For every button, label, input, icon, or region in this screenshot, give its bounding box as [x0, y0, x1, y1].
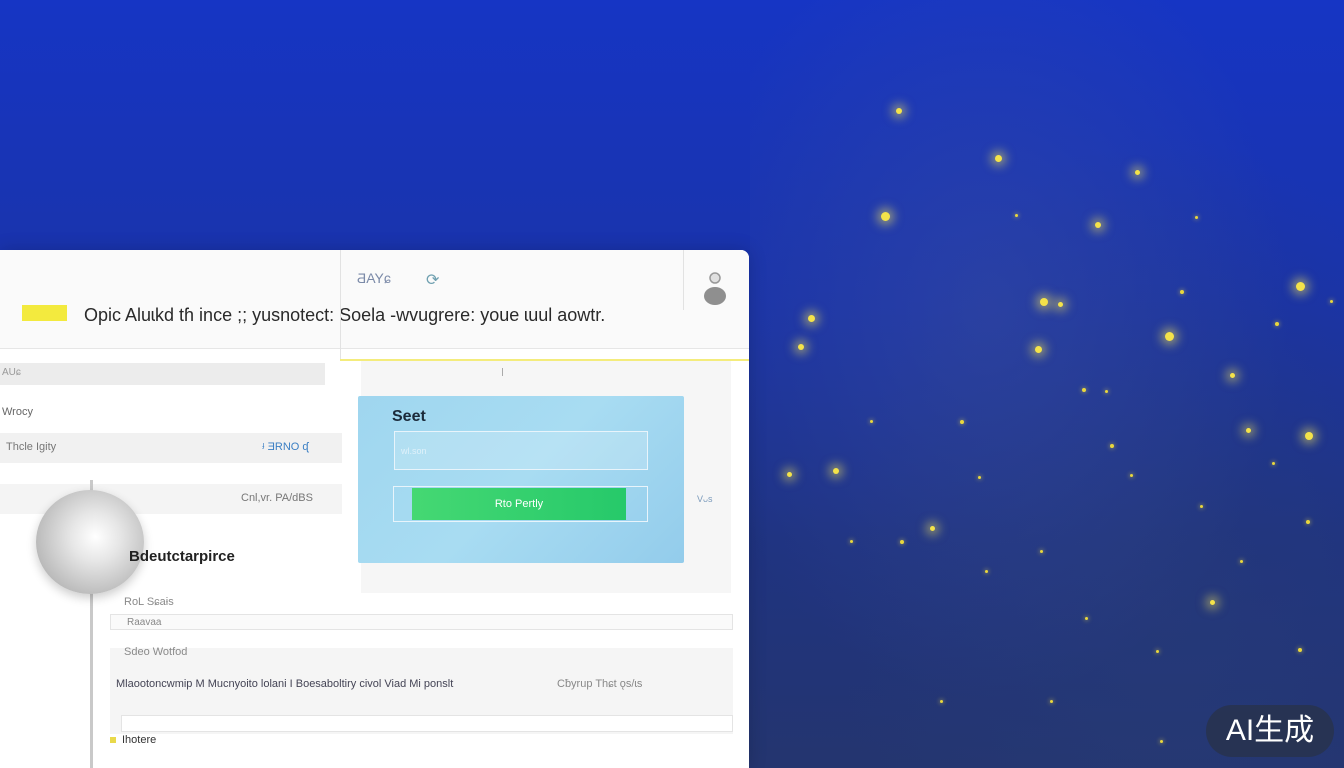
sparkle-icon — [995, 155, 1002, 162]
refresh-icon[interactable]: ⟳ — [426, 270, 439, 290]
sparkle-icon — [870, 420, 873, 423]
sparkle-icon — [1298, 648, 1302, 652]
section-title: Bdeutctarpirce — [129, 548, 235, 565]
sparkle-icon — [985, 570, 988, 573]
divider — [340, 250, 341, 360]
user-avatar-icon[interactable] — [703, 270, 727, 306]
sparkle-icon — [1296, 282, 1305, 291]
sparkle-icon — [1180, 290, 1184, 294]
pin-marker — [502, 368, 503, 376]
divider — [683, 250, 684, 310]
card-title: Seet — [392, 408, 426, 425]
sparkle-icon — [1160, 740, 1163, 743]
sparkle-icon — [1050, 700, 1053, 703]
sparkle-icon — [1130, 474, 1133, 477]
sparkle-icon — [1135, 170, 1140, 175]
list-item[interactable]: Mlaootoncwmip M Mucnyoito lolani I Boesa… — [116, 678, 453, 690]
select-card: Seet wl.son Rto Pertly — [358, 396, 684, 563]
field-label: RoL Sɕaɨs — [124, 596, 174, 608]
sparkle-icon — [960, 420, 964, 424]
list-item-label: Thcle Igity — [6, 441, 57, 453]
headline-text: Opic Aluɩkd tɦ ince ;; yusnotect: Soela … — [84, 305, 606, 325]
sparkle-icon — [1275, 322, 1279, 326]
list-item-link[interactable]: ᶡ ƎRNO ᶑ — [262, 441, 309, 453]
sparkle-icon — [1240, 560, 1243, 563]
sparkle-icon — [930, 526, 935, 531]
list-item-meta: Cƀyrup Thɕt ǫs/ɩs — [557, 678, 643, 690]
top-bar: Opic Aluɩkd tɦ ince ;; yusnotect: Soela … — [0, 250, 749, 360]
list-item-meta: Cnl,ᴠr. PA/dBS — [241, 492, 313, 504]
list-item[interactable]: Thcle Igity ᶡ ƎRNO ᶑ — [0, 433, 342, 463]
field-label: Sdeo Wotfod — [124, 646, 188, 658]
text-field[interactable]: Raavaa — [110, 614, 733, 630]
sparkle-icon — [1210, 600, 1215, 605]
sparkle-icon — [1306, 520, 1310, 524]
sparkle-icon — [881, 212, 890, 221]
sparkle-icon — [978, 476, 981, 479]
sparkle-icon — [1040, 298, 1048, 306]
sparkle-icon — [1040, 550, 1043, 553]
sparkle-icon — [1195, 216, 1198, 219]
sparkle-icon — [1305, 432, 1313, 440]
bullet-icon — [110, 737, 116, 743]
sparkle-icon — [1110, 444, 1114, 448]
save-button[interactable]: ƋAYɕ — [357, 270, 391, 286]
sparkle-icon — [1095, 222, 1101, 228]
sparkle-icon — [833, 468, 839, 474]
ai-generated-badge: AI生成 — [1206, 705, 1334, 757]
sparkle-icon — [1035, 346, 1042, 353]
sparkle-icon — [1230, 373, 1235, 378]
sparkle-icon — [1246, 428, 1251, 433]
sparkle-icon — [1058, 302, 1063, 307]
sparkle-icon — [900, 540, 904, 544]
sparkle-icon — [1156, 650, 1159, 653]
sparkle-icon — [1082, 388, 1086, 392]
sparkle-icon — [1165, 332, 1174, 341]
sparkle-icon — [787, 472, 792, 477]
text-field[interactable] — [121, 715, 733, 732]
sparkle-icon — [940, 700, 943, 703]
sparkle-icon — [1105, 390, 1108, 393]
sparkle-icon — [1015, 214, 1018, 217]
card-input[interactable]: wl.son — [394, 431, 648, 470]
sparkle-icon — [808, 315, 815, 322]
background-bokeh — [750, 0, 1344, 768]
card-button-frame: Rto Pertly — [393, 486, 648, 522]
sparkle-icon — [896, 108, 902, 114]
sparkle-icon — [850, 540, 853, 543]
sparkle-icon — [1200, 505, 1203, 508]
primary-button[interactable]: Rto Pertly — [412, 488, 626, 520]
sparkle-icon — [1085, 617, 1088, 620]
sparkle-icon — [1330, 300, 1333, 303]
list-item[interactable]: Wrocy — [0, 402, 342, 432]
side-label: Vᴗs — [697, 494, 713, 504]
sparkle-icon — [1272, 462, 1275, 465]
app-window: Opic Aluɩkd tɦ ince ;; yusnotect: Soela … — [0, 250, 749, 768]
orb-knob[interactable] — [36, 490, 144, 594]
list-item[interactable]: Ihotere — [110, 734, 156, 746]
yellow-highlight-marker — [22, 305, 67, 321]
sparkle-icon — [798, 344, 804, 350]
list-item[interactable]: AUɕ — [0, 363, 325, 385]
